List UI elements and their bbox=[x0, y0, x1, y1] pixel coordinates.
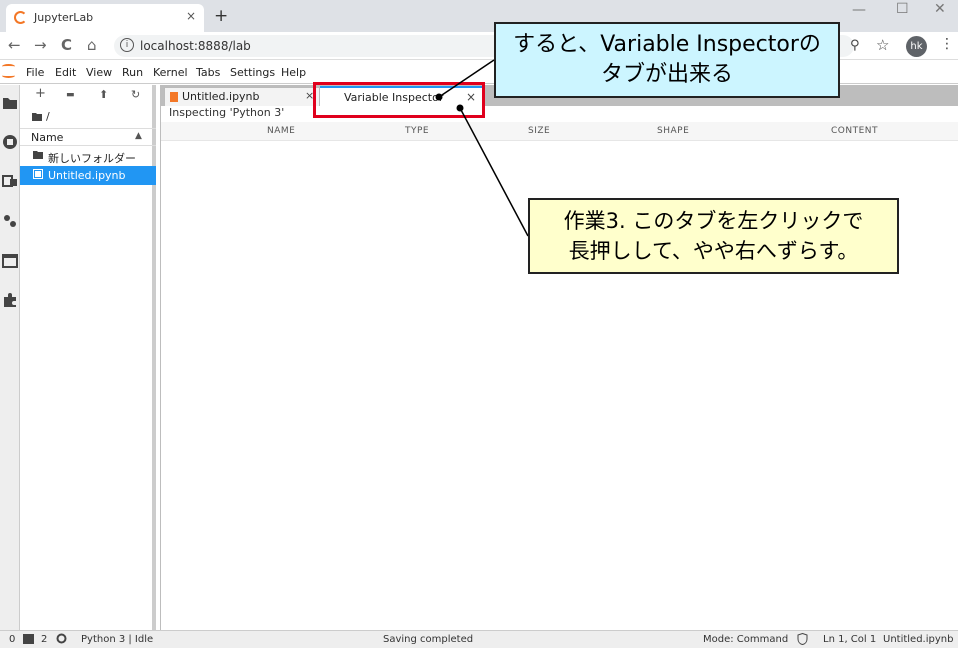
column-type[interactable]: TYPE bbox=[405, 126, 429, 136]
path-folder-icon bbox=[32, 113, 42, 121]
menu-run[interactable]: Run bbox=[122, 66, 143, 79]
home-icon[interactable]: ⌂ bbox=[87, 36, 97, 54]
tabs-icon[interactable] bbox=[2, 253, 18, 269]
window-minimize-button[interactable]: — bbox=[852, 2, 866, 18]
tab-label: Untitled.ipynb bbox=[182, 90, 260, 103]
menu-help[interactable]: Help bbox=[281, 66, 306, 79]
address-url[interactable]: localhost:8888/lab bbox=[140, 39, 251, 53]
upload-button[interactable]: ⬆ bbox=[99, 88, 108, 101]
folder-icon[interactable] bbox=[2, 95, 18, 111]
callout-line: タブが出来る bbox=[600, 62, 733, 87]
jupyter-logo-icon bbox=[2, 64, 16, 80]
callout-variable-inspector-tab: すると、Variable Inspectorの タブが出来る bbox=[494, 22, 840, 98]
sort-ascending-icon[interactable]: ▲ bbox=[135, 131, 142, 141]
menu-kernel[interactable]: Kernel bbox=[153, 66, 188, 79]
browser-tab[interactable]: JupyterLab × bbox=[6, 4, 204, 32]
callout-line: すると、Variable Inspectorの bbox=[513, 32, 821, 57]
cursor-position[interactable]: Ln 1, Col 1 bbox=[823, 634, 876, 645]
new-folder-button[interactable]: ▬ bbox=[66, 90, 75, 100]
column-size[interactable]: SIZE bbox=[528, 126, 550, 136]
extension-icon[interactable] bbox=[2, 292, 18, 308]
terminal-count[interactable]: 2 bbox=[41, 634, 47, 645]
refresh-button[interactable]: ↻ bbox=[131, 88, 140, 101]
window-close-button[interactable]: ✕ bbox=[934, 1, 946, 17]
menu-tabs[interactable]: Tabs bbox=[196, 66, 220, 79]
trusted-shield-icon[interactable] bbox=[797, 633, 808, 645]
notebook-icon bbox=[33, 169, 43, 179]
status-count[interactable]: 0 bbox=[9, 634, 15, 645]
new-launcher-button[interactable]: + bbox=[35, 86, 46, 101]
menu-settings[interactable]: Settings bbox=[230, 66, 275, 79]
tab-untitled-notebook[interactable]: Untitled.ipynb × bbox=[164, 87, 320, 106]
running-icon[interactable] bbox=[2, 134, 18, 150]
column-shape[interactable]: SHAPE bbox=[657, 126, 689, 136]
terminal-icon bbox=[23, 634, 34, 644]
left-sidebar bbox=[0, 85, 20, 630]
inspecting-label: Inspecting 'Python 3' bbox=[169, 106, 285, 119]
menu-edit[interactable]: Edit bbox=[55, 66, 76, 79]
folder-icon bbox=[33, 151, 43, 159]
save-status: Saving completed bbox=[383, 634, 474, 645]
jupyter-favicon-icon bbox=[14, 11, 27, 24]
profile-avatar[interactable]: hk bbox=[906, 36, 927, 57]
kernel-gear-icon bbox=[56, 633, 67, 644]
browser-tab-title: JupyterLab bbox=[34, 11, 94, 24]
highlight-box bbox=[313, 82, 485, 118]
list-item-selected[interactable]: Untitled.ipynb bbox=[20, 166, 156, 185]
list-item[interactable]: 新しいフォルダー bbox=[20, 147, 156, 166]
browser-menu-icon[interactable]: ⋮ bbox=[940, 36, 954, 52]
column-header-name[interactable]: Name bbox=[31, 131, 63, 144]
new-tab-button[interactable]: + bbox=[214, 6, 228, 26]
active-file-name: Untitled.ipynb bbox=[883, 634, 954, 645]
callout-line: 長押しして、やや右へずらす。 bbox=[568, 239, 859, 263]
file-name: 新しいフォルダー bbox=[48, 152, 136, 165]
variable-inspector-panel bbox=[161, 106, 958, 630]
menu-file[interactable]: File bbox=[26, 66, 44, 79]
column-name[interactable]: NAME bbox=[267, 126, 295, 136]
file-name: Untitled.ipynb bbox=[48, 169, 126, 182]
browser-tab-close-icon[interactable]: × bbox=[186, 9, 196, 23]
forward-icon[interactable]: → bbox=[34, 36, 47, 54]
breadcrumb[interactable]: / bbox=[46, 110, 50, 123]
site-info-icon[interactable]: i bbox=[120, 38, 134, 52]
bookmark-star-icon[interactable]: ☆ bbox=[876, 36, 889, 54]
column-content[interactable]: CONTENT bbox=[831, 126, 878, 136]
zoom-icon[interactable]: ⚲ bbox=[850, 38, 860, 53]
callout-line: 作業3. このタブを左クリックで bbox=[563, 209, 864, 233]
window-maximize-button[interactable]: ☐ bbox=[896, 1, 909, 17]
reload-icon[interactable]: C bbox=[61, 36, 72, 54]
property-inspector-icon[interactable] bbox=[2, 213, 18, 229]
kernel-status[interactable]: Python 3 | Idle bbox=[81, 634, 153, 645]
back-icon[interactable]: ← bbox=[8, 36, 21, 54]
commands-icon[interactable] bbox=[2, 173, 18, 189]
menu-view[interactable]: View bbox=[86, 66, 112, 79]
mode-status[interactable]: Mode: Command bbox=[703, 634, 788, 645]
notebook-icon bbox=[170, 92, 178, 102]
callout-instruction: 作業3. このタブを左クリックで 長押しして、やや右へずらす。 bbox=[528, 198, 899, 274]
